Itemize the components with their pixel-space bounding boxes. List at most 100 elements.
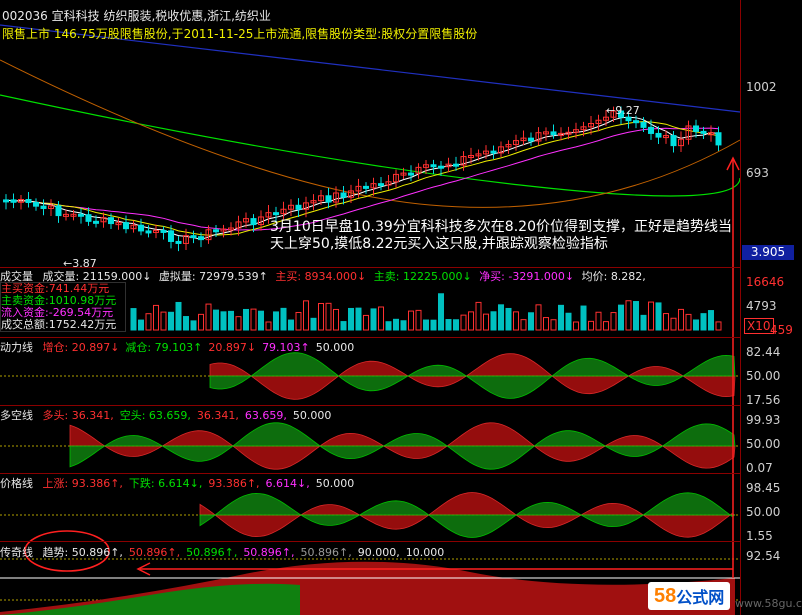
- duokong-axis-top: 99.93: [746, 413, 781, 427]
- right-axis-divider: [740, 0, 741, 615]
- volume-bar: [325, 302, 332, 331]
- jiage-axis-bottom: 1.55: [746, 529, 773, 543]
- volume-bar: [198, 313, 204, 331]
- current-price-marker: 3.905: [742, 245, 794, 260]
- main-buy-label: 主买:: [275, 270, 302, 283]
- volume-bar: [535, 304, 542, 331]
- jiage-axis-mid: 50.00: [746, 505, 781, 519]
- panel-divider-duokong: [0, 405, 740, 406]
- volume-bar: [370, 308, 377, 331]
- volume-bar: [153, 304, 159, 331]
- volume-bar: [228, 310, 234, 331]
- chuanqi-value-5: 90.000,: [357, 546, 400, 559]
- volume-bar: [483, 313, 489, 331]
- dongli-axis-mid: 50.00: [746, 369, 781, 383]
- ma20-line: [5, 127, 719, 231]
- jiage-title: 价格线: [0, 477, 33, 490]
- candle-body: [145, 230, 152, 234]
- candle-body: [363, 185, 369, 189]
- duokong-value-1: 空头: 63.659,: [119, 409, 191, 422]
- volume-bar: [318, 302, 324, 331]
- volume-bar: [168, 311, 174, 331]
- volume-bar: [273, 311, 279, 331]
- candle-body: [408, 172, 414, 176]
- volume-bar: [633, 301, 639, 331]
- volume-bar: [618, 304, 624, 331]
- candle-body: [700, 130, 707, 134]
- jiage-axis-top: 98.45: [746, 481, 781, 495]
- funds-summary-box: 主买资金:741.44万元 主卖资金:1010.98万元 流入资金:-269.5…: [0, 282, 126, 332]
- chuanqi-axis-top: 92.54: [746, 549, 781, 563]
- volume-bar: [700, 313, 707, 331]
- panel-divider-dongli: [0, 337, 740, 338]
- candle-body: [198, 236, 204, 241]
- stock-info-line: 002036 宜科科技 纺织服装,税收优惠,浙江,纺织业: [2, 9, 271, 23]
- panel-divider-chuanqi: [0, 541, 740, 542]
- volume-bar: [580, 305, 587, 331]
- candle-body: [190, 235, 197, 239]
- volume-bar: [543, 317, 549, 331]
- watermark-url: www.58gu.com: [735, 597, 802, 610]
- volume-bar: [445, 319, 452, 331]
- volume-bar: [190, 320, 197, 331]
- volume-bar: [295, 311, 302, 331]
- volume-bar: [205, 303, 212, 331]
- main-buy-value: 8934.000↓: [304, 270, 367, 283]
- vol-axis-label-3: 459: [770, 323, 793, 337]
- volume-bar: [430, 319, 437, 331]
- avg-price-label: 均价:: [581, 270, 608, 283]
- volume-bar: [648, 301, 654, 331]
- volume-bar: [513, 311, 519, 331]
- candle-body: [655, 132, 662, 138]
- duokong-value-4: 50.000: [292, 409, 332, 422]
- volume-bar: [655, 302, 662, 331]
- volume-bar: [558, 304, 564, 331]
- volume-bar: [528, 312, 534, 331]
- jiage-value-1: 下跌: 6.614↓,: [128, 477, 203, 490]
- volume-bar: [610, 312, 617, 331]
- candle-body: [378, 183, 384, 187]
- volume-bar: [693, 319, 699, 331]
- volume-bar: [438, 293, 444, 331]
- volume-bar: [340, 321, 347, 331]
- volume-bar: [213, 309, 219, 331]
- candle-body: [25, 199, 32, 203]
- volume-bar: [220, 311, 227, 331]
- volume-bar: [130, 308, 137, 331]
- volume-bar: [363, 314, 369, 331]
- dongli-value-2: 20.897↓: [208, 341, 257, 354]
- volume-bar: [498, 304, 504, 331]
- candle-body: [33, 201, 39, 207]
- candle-body: [10, 199, 17, 203]
- volume-bar: [333, 308, 339, 331]
- candle-body: [528, 137, 534, 142]
- volume-bar: [303, 300, 309, 331]
- vol-axis-label-1: 16646: [746, 275, 785, 289]
- candle-body: [3, 199, 9, 203]
- chuanqi-panel-header: 传奇线 趋势: 50.896↑, 50.896↑, 50.896↑, 50.896↑,…: [0, 544, 444, 560]
- dongli-axis-top: 82.44: [746, 345, 781, 359]
- candle-body: [453, 163, 459, 167]
- candle-body: [625, 116, 632, 122]
- panel-divider-jiage: [0, 473, 740, 474]
- volume-bar: [378, 306, 384, 331]
- dongli-value-1: 减仓: 79.103↑: [125, 341, 203, 354]
- dongli-value-3: 79.103↑: [262, 341, 310, 354]
- chuanqi-value-1: 50.896↑,: [128, 546, 181, 559]
- candle-body: [715, 132, 722, 146]
- duokong-value-3: 63.659,: [244, 409, 287, 422]
- candle-body: [670, 135, 677, 147]
- chuanqi-title: 传奇线: [0, 546, 33, 559]
- candle-body: [550, 131, 557, 136]
- high-price-label: ←9.27: [606, 104, 640, 117]
- dongli-value-4: 50.000: [315, 341, 355, 354]
- candle-body: [250, 218, 257, 226]
- candle-body: [490, 150, 497, 154]
- candle-body: [273, 212, 279, 216]
- candle-body: [93, 220, 99, 224]
- net-buy-value: -3291.000↓: [508, 270, 575, 283]
- volume-bar: [573, 321, 579, 331]
- candle-body: [438, 165, 444, 169]
- jiage-value-4: 50.000: [315, 477, 355, 490]
- volume-bar: [243, 308, 249, 331]
